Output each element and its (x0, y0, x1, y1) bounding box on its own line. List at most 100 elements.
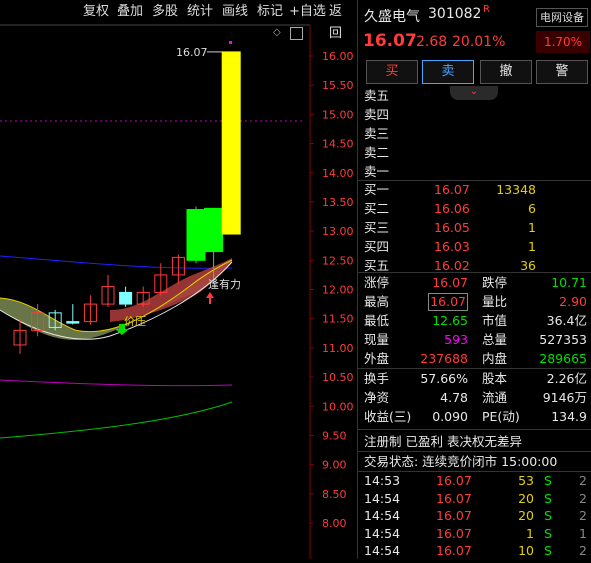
fundamental-value: 134.9 (551, 409, 587, 424)
toolbar-back[interactable]: 返回 (326, 1, 357, 41)
last-price: 16.07 (363, 31, 417, 51)
y-tick-label: 14.00 (322, 167, 354, 180)
trade-status: 交易状态: 连续竞价闭市 15:00:00 (364, 454, 558, 469)
tick-count: 1 (579, 525, 587, 541)
stat-label: 总量 (482, 332, 508, 347)
fundamental-label: 净资 (364, 390, 390, 405)
toolbar-diejia[interactable]: 叠加 (114, 1, 146, 23)
y-tick-label: 16.00 (322, 50, 354, 63)
buy-level-price: 16.03 (434, 239, 470, 254)
fundamental-label: 收益(三) (364, 409, 412, 424)
stat-label: 市值 (482, 313, 508, 328)
buy-button[interactable]: 买 (366, 60, 418, 84)
sell-level-label: 卖三 (364, 126, 390, 141)
buy-level-row[interactable]: 买四 16.03 1 (358, 237, 591, 256)
quote-panel: 久盛电气 301082 R 电网设备 16.07 2.68 20.01% 1.7… (357, 0, 591, 559)
tick-time: 14:54 (364, 525, 401, 541)
sector-name[interactable]: 电网设备 (536, 8, 588, 27)
stat-value: 593 (444, 332, 468, 347)
buy-level-row[interactable]: 买三 16.05 1 (358, 218, 591, 237)
tick-price: 16.07 (436, 508, 472, 523)
tick-volume: 20 (518, 490, 534, 506)
annotation-pressure: 价压 (124, 315, 146, 328)
stock-tags: 注册制 已盈利 表决权无差异 (364, 434, 522, 449)
toolbar-tongji[interactable]: 统计 (184, 1, 216, 23)
fundamental-value: 2.26亿 (546, 371, 587, 386)
stat-label: 外盘 (364, 351, 390, 366)
y-tick-label: 8.50 (322, 488, 347, 501)
kline-chart[interactable]: 16.00 15.50 15.00 14.50 14.00 13.50 13.00 12.50… (0, 0, 357, 559)
fundamental-row: 收益(三) 0.090 PE(动) 134.9 (358, 407, 591, 426)
sell-level-row[interactable]: 卖四 (358, 105, 591, 124)
toolbar-duogu[interactable]: 多股 (149, 1, 181, 23)
stats-row: 现量 593 总量 527353 (358, 330, 591, 349)
stat-label: 涨停 (364, 275, 390, 290)
cancel-order-button[interactable]: 撤 (480, 60, 532, 84)
tick-price: 16.07 (436, 525, 472, 541)
chart-canvas: 16.00 15.50 15.00 14.50 14.00 13.50 13.00 12.50… (0, 24, 354, 559)
buy-level-row[interactable]: 买二 16.06 6 (358, 199, 591, 218)
tick-price: 16.07 (436, 543, 472, 558)
stock-name: 久盛电气 (364, 9, 420, 25)
ma-line-purple (0, 379, 233, 387)
y-tick-label: 15.00 (322, 108, 354, 121)
stat-value: 10.71 (551, 275, 587, 290)
candle-body (66, 321, 80, 324)
buy-level-label: 买二 (364, 201, 390, 216)
stat-value: 16.07 (432, 275, 468, 290)
toolbar-fuquan[interactable]: 复权 (80, 1, 112, 23)
fundamental-value: 0.090 (432, 409, 468, 424)
stat-value: 2.90 (559, 294, 587, 309)
sell-level-row[interactable]: 卖一 (358, 162, 591, 181)
tick-row: 14:53 16.07 53 S 2 (358, 472, 591, 489)
sell-button[interactable]: 卖 (422, 60, 474, 84)
y-tick-label: 12.50 (322, 254, 354, 267)
sell-level-label: 卖二 (364, 145, 390, 160)
price-change-pct: 20.01% (452, 34, 506, 50)
y-tick-label: 15.50 (322, 79, 354, 92)
buy-level-volume: 1 (528, 220, 536, 235)
buy-level-price: 16.06 (434, 201, 470, 216)
stock-code: 301082 (428, 6, 482, 22)
y-tick-label: 11.50 (322, 313, 354, 326)
high-price-label: 16.07 (176, 46, 208, 59)
fundamental-value: 4.78 (440, 390, 468, 405)
tick-volume: 1 (526, 525, 534, 541)
stat-label: 最低 (364, 313, 390, 328)
buy-level-row[interactable]: 买一 16.07 13348 (358, 180, 591, 199)
tick-row: 14:54 16.07 1 S 1 (358, 525, 591, 542)
sell-level-row[interactable]: 卖二 (358, 143, 591, 162)
tick-count: 2 (579, 490, 587, 506)
buy-arrow-icon (206, 292, 214, 304)
tags-divider (358, 429, 591, 430)
buy-level-volume: 6 (528, 201, 536, 216)
window-toggle-icon[interactable] (290, 27, 303, 40)
toolbar-huaxian[interactable]: 画线 (219, 1, 251, 23)
candle-body (221, 51, 241, 235)
alert-button[interactable]: 警 (536, 60, 588, 84)
fundamental-value: 9146万 (542, 390, 587, 405)
collapse-icon[interactable]: ◇ (273, 28, 283, 38)
y-tick-label: 10.50 (322, 371, 354, 384)
stats-row: 最低 12.65 市值 36.4亿 (358, 311, 591, 330)
sell-level-row[interactable]: 卖三 (358, 124, 591, 143)
candle-body (204, 207, 224, 253)
tick-volume: 10 (518, 543, 534, 558)
tick-row: 14:54 16.07 20 S 2 (358, 507, 591, 524)
tick-side: S (544, 543, 552, 558)
stat-value: 12.65 (432, 313, 468, 328)
toolbar-biaoji[interactable]: 标记 (254, 1, 286, 23)
fundamental-label: 流通 (482, 390, 508, 405)
sell-level-label: 卖四 (364, 107, 390, 122)
toolbar-add-watchlist[interactable]: +自选 (286, 1, 329, 23)
stat-label: 量比 (482, 294, 508, 309)
fundamental-value: 57.66% (420, 371, 468, 386)
sell-level-row[interactable]: 卖五 (358, 86, 591, 105)
fundamental-label: 换手 (364, 371, 390, 386)
stat-value: 36.4亿 (546, 313, 587, 328)
buy-level-label: 买四 (364, 239, 390, 254)
tick-side: S (544, 525, 552, 541)
ma-line-green (0, 401, 233, 439)
tick-volume: 53 (518, 473, 534, 488)
tick-time: 14:54 (364, 490, 401, 506)
